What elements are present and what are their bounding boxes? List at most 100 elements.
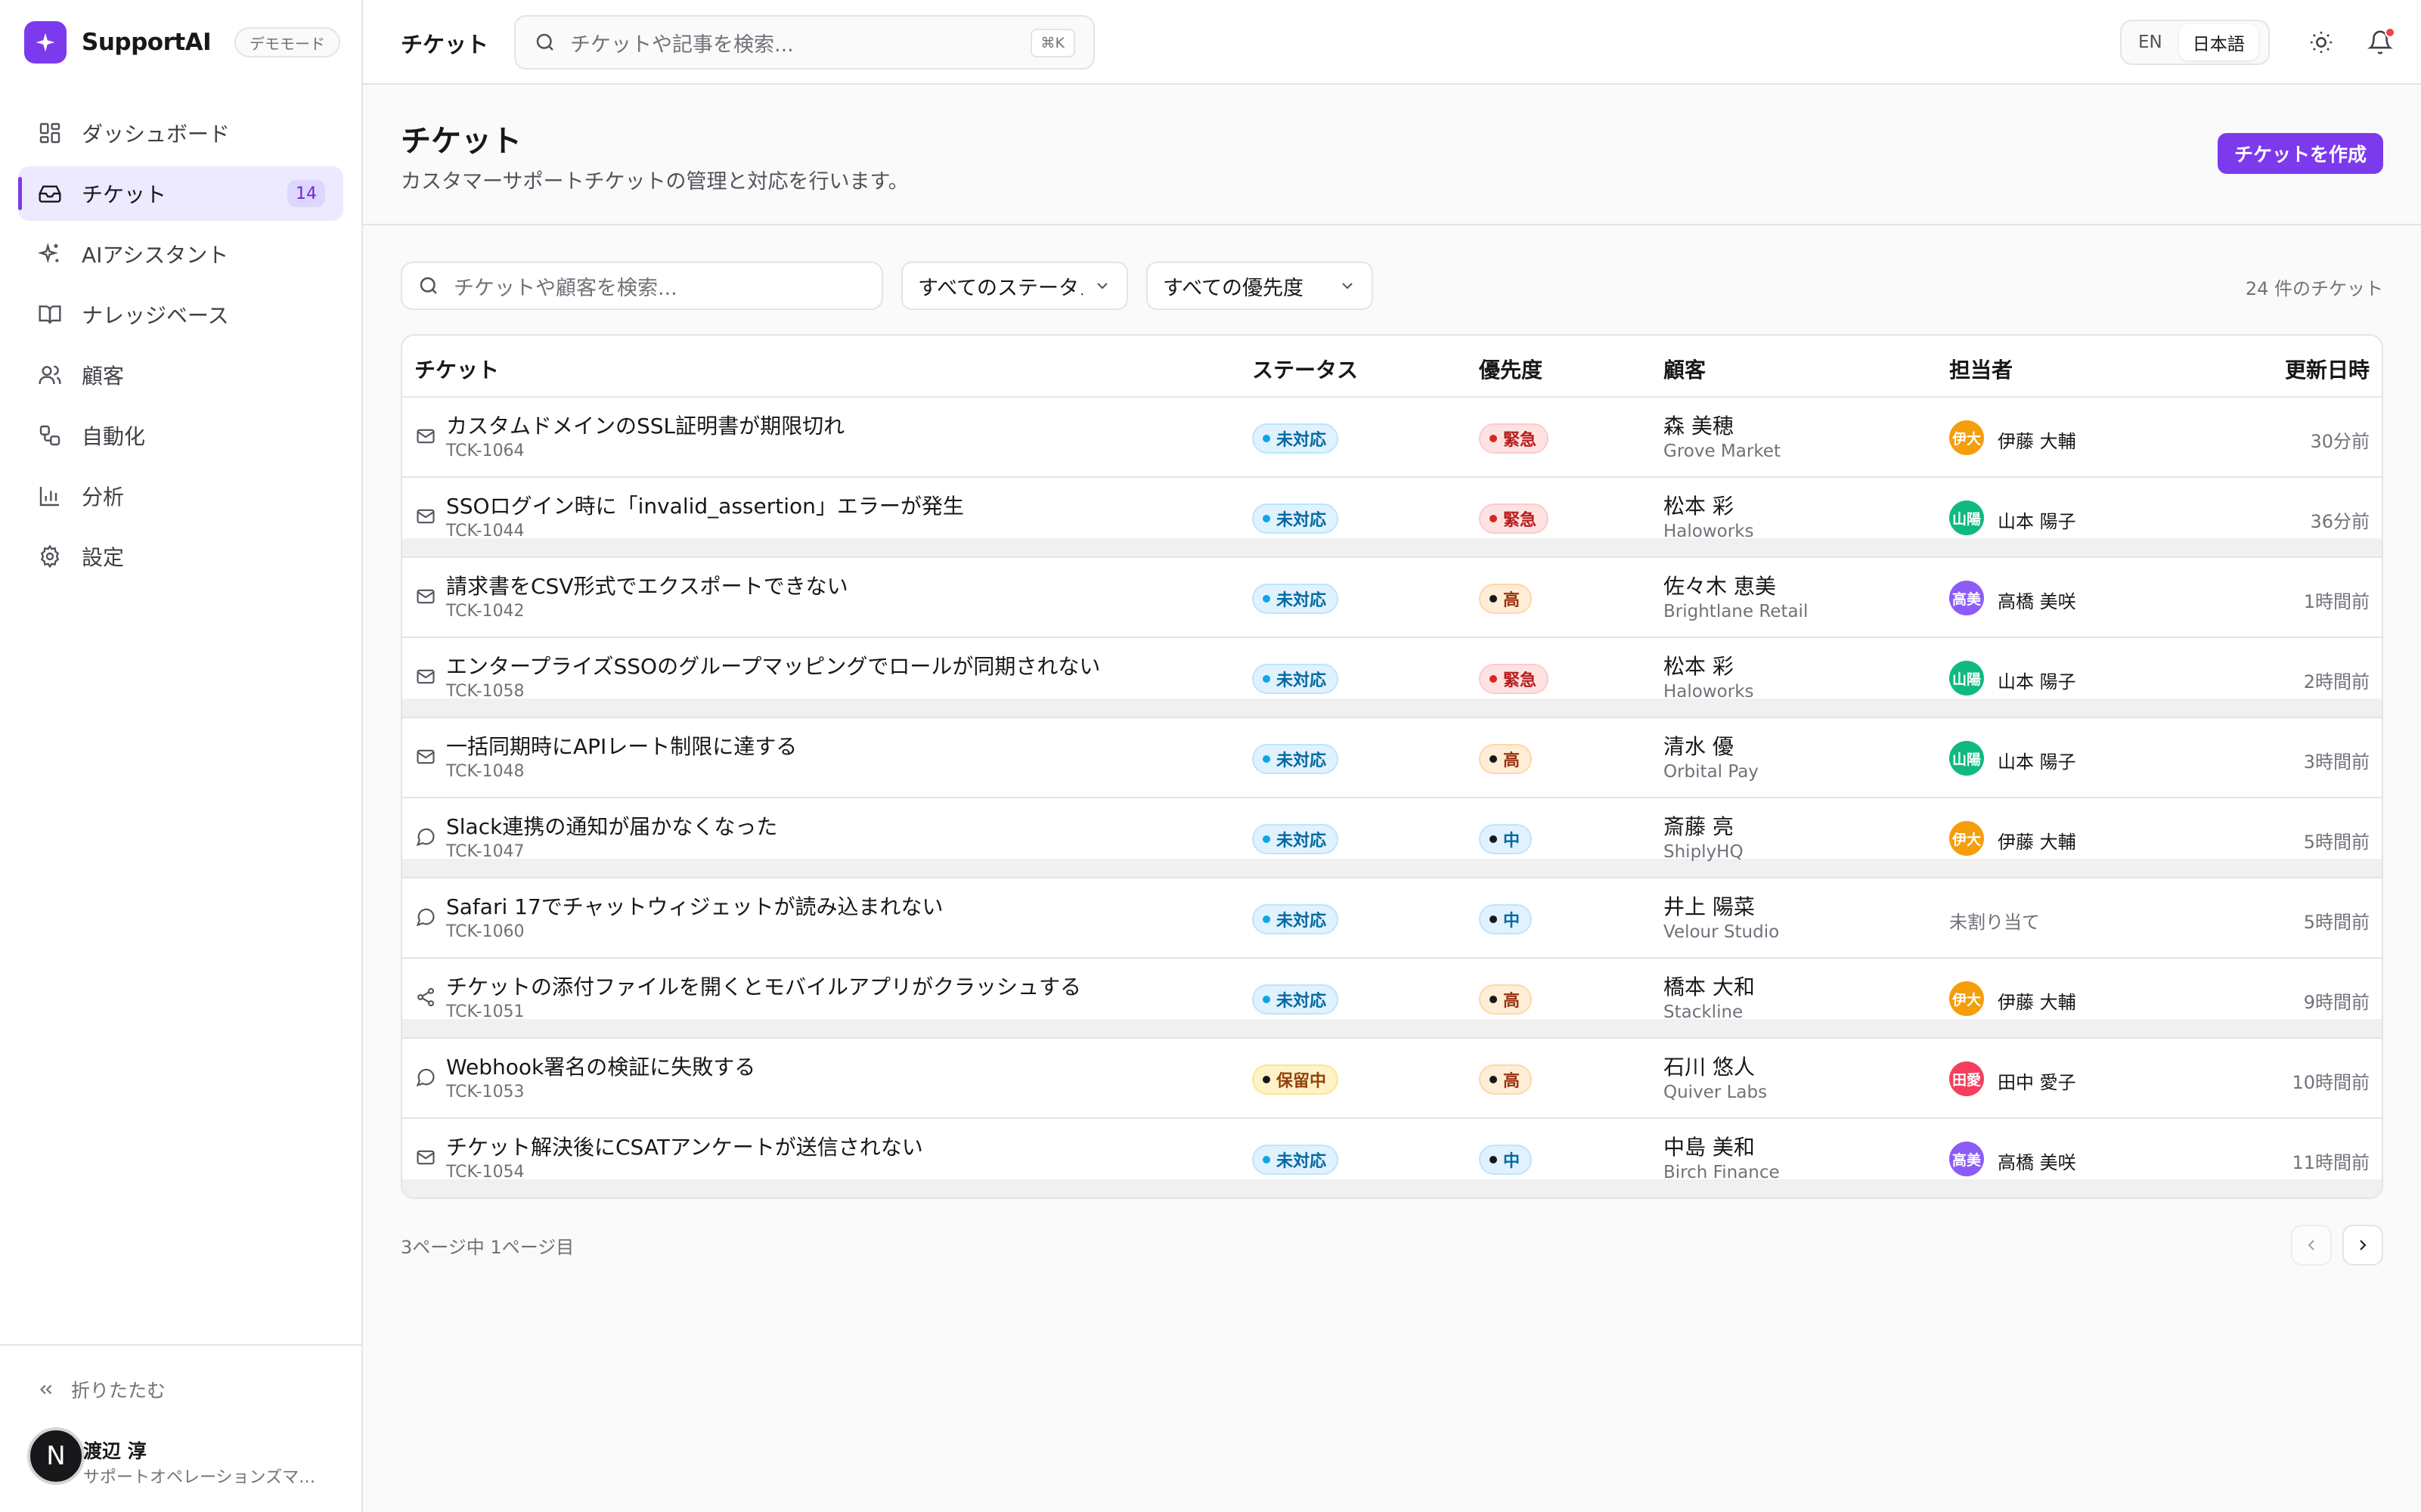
- sparkles-icon: [36, 240, 64, 268]
- updated-time: 1時間前: [2303, 591, 2370, 612]
- customer-org: ShiplyHQ: [1663, 842, 1744, 862]
- ticket-title[interactable]: チケットの添付ファイルを開くとモバイルアプリがクラッシュする: [446, 971, 1081, 1001]
- col-header-assignee[interactable]: 担当者: [1949, 354, 2013, 384]
- customer-name: 橋本 大和: [1663, 974, 1755, 999]
- priority-label: 緊急: [1503, 511, 1537, 530]
- users-icon: [36, 361, 64, 389]
- col-header-priority[interactable]: 優先度: [1479, 354, 1542, 384]
- global-search-input[interactable]: チケットや記事を検索... ⌘K: [514, 15, 1095, 70]
- table-row[interactable]: Safari 17でチャットウィジェットが読み込まれない TCK-1060 未対応 中…: [402, 878, 2382, 959]
- customer-org: Velour Studio: [1663, 922, 1780, 942]
- ticket-title[interactable]: カスタムドメインのSSL証明書が期限切れ: [446, 410, 845, 440]
- priority-badge: 高: [1479, 584, 1533, 614]
- lang-option-en[interactable]: EN: [2125, 24, 2176, 60]
- col-header-status[interactable]: ステータス: [1252, 354, 1358, 384]
- table-row[interactable]: Slack連携の通知が届かなくなった TCK-1047 未対応 中 斎藤 亮 Shiply…: [402, 798, 2382, 878]
- ticket-title[interactable]: Safari 17でチャットウィジェットが読み込まれない: [446, 891, 944, 921]
- notifications-button[interactable]: [2362, 24, 2398, 60]
- sidebar-item-ai-assistant[interactable]: AIアシスタント: [18, 227, 343, 281]
- ticket-title[interactable]: SSOログイン時に「invalid_assertion」エラーが発生: [446, 490, 964, 520]
- sidebar-item-label: 分析: [82, 485, 125, 510]
- sidebar-item-tickets[interactable]: チケット 14: [18, 166, 343, 221]
- topbar: チケット チケットや記事を検索... ⌘K EN 日本語: [363, 0, 2421, 85]
- status-label: 未対応: [1276, 912, 1327, 931]
- assignee-name: 高橋 美咲: [1998, 1152, 2076, 1173]
- priority-badge: 緊急: [1479, 423, 1549, 454]
- status-badge: 未対応: [1252, 744, 1339, 774]
- col-header-ticket[interactable]: チケット: [414, 354, 499, 384]
- table-row[interactable]: Webhook署名の検証に失敗する TCK-1053 保留中 高 石川 悠人 Quiver…: [402, 1039, 2382, 1119]
- assignee-avatar: 山陽: [1949, 741, 1984, 776]
- customer-org: Orbital Pay: [1663, 762, 1759, 782]
- chevron-down-icon: [1093, 277, 1111, 295]
- brand[interactable]: SupportAI: [24, 21, 212, 64]
- ticket-search-input[interactable]: チケットや顧客を検索...: [401, 262, 883, 310]
- sidebar-nav: ダッシュボード チケット 14 AIアシスタント ナレッジベース 顧客 自動化 …: [18, 106, 343, 590]
- ticket-count-badge: 14: [287, 180, 325, 207]
- updated-time: 30分前: [2310, 431, 2370, 452]
- col-header-updated[interactable]: 更新日時: [2285, 354, 2370, 384]
- assignee-name: 山本 陽子: [1998, 751, 2076, 773]
- sidebar: SupportAI デモモード ダッシュボード チケット 14 AIアシスタント: [0, 0, 363, 1512]
- ticket-title[interactable]: Slack連携の通知が届かなくなった: [446, 810, 777, 841]
- ticket-title[interactable]: チケット解決後にCSATアンケートが送信されない: [446, 1131, 923, 1161]
- status-filter-select[interactable]: すべてのステータス: [901, 262, 1128, 310]
- sidebar-item-dashboard[interactable]: ダッシュボード: [18, 106, 343, 160]
- table-row[interactable]: SSOログイン時に「invalid_assertion」エラーが発生 TCK-10…: [402, 478, 2382, 558]
- sidebar-item-label: 設定: [82, 545, 125, 570]
- priority-label: 高: [1503, 992, 1520, 1011]
- priority-badge: 中: [1479, 824, 1533, 854]
- next-page-button[interactable]: [2342, 1225, 2383, 1266]
- pagination-info: 3ページ中 1ページ目: [401, 1237, 575, 1258]
- assignee-avatar: 田愛: [1949, 1061, 1984, 1096]
- sidebar-item-label: 顧客: [82, 364, 125, 389]
- status-label: 未対応: [1276, 671, 1327, 690]
- ticket-title[interactable]: Webhook署名の検証に失敗する: [446, 1051, 755, 1081]
- col-header-customer[interactable]: 顧客: [1663, 354, 1706, 384]
- table-row[interactable]: カスタムドメインのSSL証明書が期限切れ TCK-1064 未対応 緊急 森 美穂 Gro…: [402, 398, 2382, 478]
- table-row[interactable]: エンタープライズSSOのグループマッピングでロールが同期されない TCK-1058…: [402, 638, 2382, 718]
- table-row[interactable]: 一括同期時にAPIレート制限に達する TCK-1048 未対応 高 清水 優 Orbita…: [402, 718, 2382, 798]
- status-badge: 未対応: [1252, 503, 1339, 534]
- status-label: 未対応: [1276, 832, 1327, 850]
- lang-option-ja[interactable]: 日本語: [2178, 24, 2258, 60]
- dashboard-icon: [36, 119, 64, 147]
- table-row[interactable]: チケットの添付ファイルを開くとモバイルアプリがクラッシュする TCK-1051 未対…: [402, 959, 2382, 1039]
- priority-label: 高: [1503, 1072, 1520, 1091]
- mail-icon: [414, 745, 437, 768]
- ticket-search-placeholder: チケットや顧客を検索...: [454, 276, 677, 300]
- sidebar-item-automation[interactable]: 自動化: [18, 408, 343, 463]
- status-filter-value: すべてのステータス: [918, 276, 1083, 300]
- collapse-sidebar-button[interactable]: 折りたたむ: [36, 1373, 166, 1406]
- user-avatar[interactable]: N: [27, 1427, 85, 1485]
- create-ticket-button[interactable]: チケットを作成: [2217, 133, 2383, 174]
- theme-toggle-button[interactable]: [2303, 24, 2339, 60]
- sidebar-item-customers[interactable]: 顧客: [18, 348, 343, 402]
- global-search-placeholder: チケットや記事を検索...: [570, 33, 794, 57]
- sidebar-item-settings[interactable]: 設定: [18, 529, 343, 584]
- sidebar-item-knowledge-base[interactable]: ナレッジベース: [18, 287, 343, 342]
- updated-time: 2時間前: [2303, 671, 2370, 692]
- assignee-name: 高橋 美咲: [1998, 591, 2076, 612]
- assignee-unassigned: 未割り当て: [1949, 912, 2040, 933]
- bar-chart-icon: [36, 482, 64, 510]
- prev-page-button[interactable]: [2291, 1225, 2332, 1266]
- inbox-icon: [36, 180, 64, 207]
- ticket-title[interactable]: 請求書をCSV形式でエクスポートできない: [446, 570, 848, 600]
- sidebar-item-label: チケット: [82, 182, 167, 207]
- share-icon: [414, 986, 437, 1009]
- ticket-title[interactable]: エンタープライズSSOのグループマッピングでロールが同期されない: [446, 650, 1100, 680]
- book-icon: [36, 301, 64, 328]
- priority-filter-select[interactable]: すべての優先度: [1146, 262, 1373, 310]
- ticket-title[interactable]: 一括同期時にAPIレート制限に達する: [446, 730, 797, 761]
- table-row[interactable]: チケット解決後にCSATアンケートが送信されない TCK-1054 未対応 中 中島 美…: [402, 1119, 2382, 1198]
- mail-icon: [414, 1146, 437, 1169]
- sidebar-item-analytics[interactable]: 分析: [18, 469, 343, 523]
- chevron-right-icon: [2354, 1236, 2372, 1254]
- table-row[interactable]: 請求書をCSV形式でエクスポートできない TCK-1042 未対応 高 佐々木 恵美 Br…: [402, 558, 2382, 638]
- priority-badge: 中: [1479, 1145, 1533, 1175]
- status-label: 未対応: [1276, 511, 1327, 530]
- ticket-id: TCK-1044: [446, 522, 525, 541]
- customer-name: 森 美穂: [1663, 414, 1734, 438]
- status-label: 未対応: [1276, 431, 1327, 450]
